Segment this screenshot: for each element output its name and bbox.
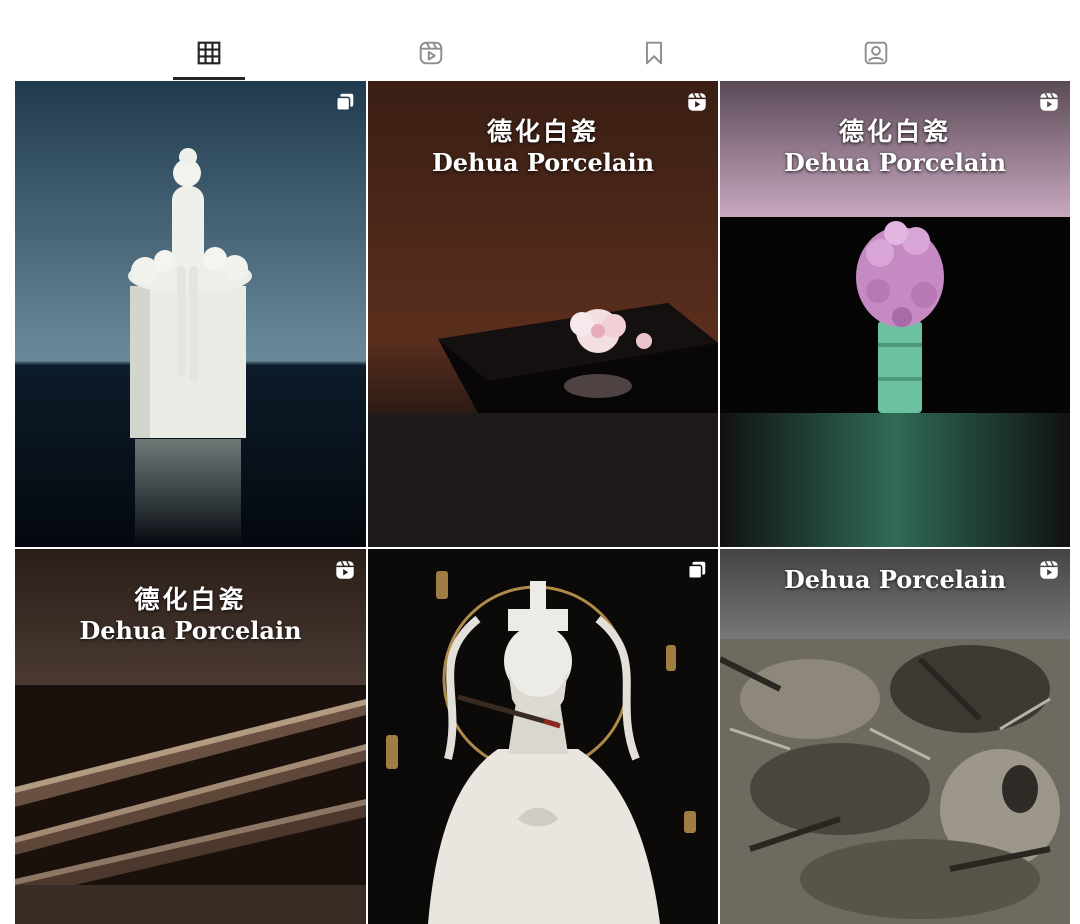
post-thumbnail[interactable] xyxy=(15,81,366,547)
tab-saved[interactable] xyxy=(618,28,690,80)
tiger-closeup-image xyxy=(720,549,1070,924)
carousel-icon xyxy=(688,561,706,579)
post-caption-zh: 德化白瓷 xyxy=(134,585,247,614)
tab-reels[interactable] xyxy=(395,28,467,80)
reels-icon xyxy=(419,41,443,65)
reels-icon xyxy=(1040,560,1058,579)
reels-icon xyxy=(1040,92,1058,111)
porcelain-deity-image xyxy=(368,549,718,924)
post-caption-en: Dehua Porcelain xyxy=(783,148,1007,177)
grid-icon xyxy=(197,41,221,65)
reels-icon xyxy=(336,560,354,579)
post-thumbnail[interactable]: 德化白瓷 Dehua Porcelain xyxy=(368,81,718,547)
post-thumbnail[interactable]: Dehua Porcelain xyxy=(720,549,1070,924)
post-caption-zh: 德化白瓷 xyxy=(486,117,599,146)
tab-posts[interactable] xyxy=(173,28,245,80)
tab-tagged[interactable] xyxy=(840,28,912,80)
reels-icon xyxy=(688,92,706,111)
tagged-person-icon xyxy=(864,41,888,65)
carousel-icon xyxy=(336,93,354,111)
profile-tab-bar xyxy=(0,0,1080,80)
post-caption-en: Dehua Porcelain xyxy=(79,616,302,645)
porcelain-figure-image xyxy=(15,81,366,547)
post-thumbnail[interactable] xyxy=(368,549,718,924)
post-thumbnail[interactable]: 德化白瓷 Dehua Porcelain xyxy=(15,549,366,924)
post-thumbnail[interactable]: 德化白瓷 Dehua Porcelain xyxy=(720,81,1070,547)
post-caption-en: Dehua Porcelain xyxy=(783,565,1007,594)
post-caption-en: Dehua Porcelain xyxy=(431,148,655,177)
bookmark-icon xyxy=(645,41,663,65)
post-caption-zh: 德化白瓷 xyxy=(838,117,951,146)
